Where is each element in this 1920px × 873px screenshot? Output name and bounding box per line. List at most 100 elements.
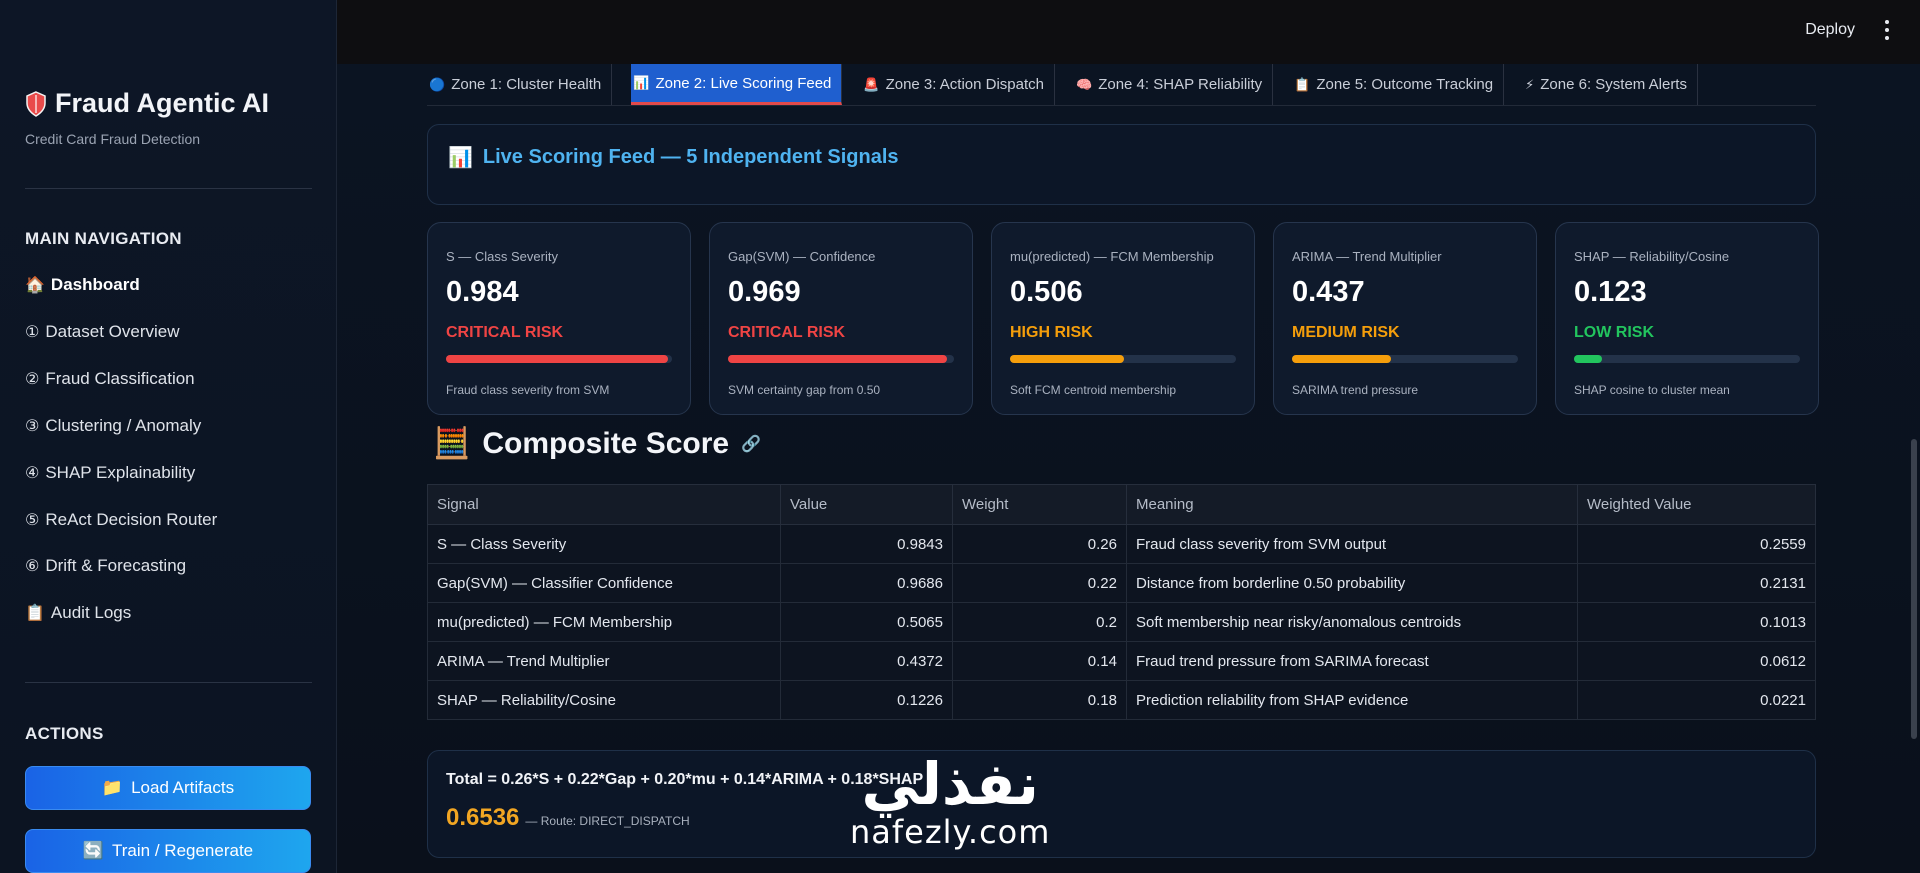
scrollbar[interactable] (1911, 439, 1917, 739)
nav-item-label: Dataset Overview (45, 322, 180, 341)
brand: Fraud Agentic AI (25, 88, 269, 119)
signal-description: Fraud class severity from SVM (446, 383, 610, 397)
sidebar-divider (25, 682, 312, 683)
home-icon: 🏠 (25, 277, 45, 294)
feed-title-text: Live Scoring Feed — 5 Independent Signal… (482, 146, 899, 168)
nav-item-dashboard[interactable]: 🏠 Dashboard (25, 275, 140, 295)
main-content: 🔵 Zone 1: Cluster Health 📊 Zone 2: Live … (337, 64, 1920, 873)
column-header[interactable]: Weight (952, 484, 1127, 525)
column-header[interactable]: Signal (427, 484, 781, 525)
risk-label: CRITICAL RISK (728, 324, 846, 341)
nav-item-clustering-anomaly[interactable]: ③ Clustering / Anomaly (25, 416, 201, 436)
nav-item-label: Fraud Classification (45, 369, 195, 388)
tab-zone-3[interactable]: 🚨 Zone 3: Action Dispatch (861, 64, 1056, 105)
table-cell: 0.2 (952, 602, 1127, 642)
table-cell: Distance from borderline 0.50 probabilit… (1126, 563, 1578, 603)
number-one-icon: ① (25, 324, 40, 341)
deploy-button[interactable]: Deploy (1805, 21, 1855, 39)
clipboard-icon: 📋 (25, 605, 45, 622)
risk-label: HIGH RISK (1010, 324, 1093, 341)
table-cell: 0.4372 (780, 641, 953, 681)
number-five-icon: ⑤ (25, 512, 40, 529)
tab-zone-6[interactable]: ⚡ Zone 6: System Alerts (1523, 64, 1698, 105)
signal-value: 0.984 (446, 276, 519, 308)
composite-score-heading: 🧮 Composite Score 🔗 (433, 426, 761, 461)
table-row: mu(predicted) — FCM Membership 0.5065 0.… (427, 602, 1816, 642)
number-six-icon: ⑥ (25, 558, 40, 575)
signal-cards: S — Class Severity 0.984 CRITICAL RISK F… (427, 222, 1819, 415)
table-cell: Prediction reliability from SHAP evidenc… (1126, 680, 1578, 720)
table-row: SHAP — Reliability/Cosine 0.1226 0.18 Pr… (427, 680, 1816, 720)
watermark-arabic: نفذلي (861, 750, 1039, 818)
nav-heading: MAIN NAVIGATION (25, 229, 182, 248)
table-cell: 0.1013 (1577, 602, 1816, 642)
table-cell: 0.26 (952, 524, 1127, 564)
nav-item-shap-explainability[interactable]: ④ SHAP Explainability (25, 463, 195, 483)
live-scoring-header: 📊 Live Scoring Feed — 5 Independent Sign… (427, 124, 1816, 205)
table-cell: mu(predicted) — FCM Membership (427, 602, 781, 642)
total-score-value: 0.6536 (446, 804, 520, 831)
table-cell: Fraud trend pressure from SARIMA forecas… (1126, 641, 1578, 681)
column-header[interactable]: Value (780, 484, 953, 525)
column-header[interactable]: Meaning (1126, 484, 1578, 525)
tab-label: Zone 1: Cluster Health (451, 76, 602, 93)
abacus-icon: 🧮 (433, 427, 471, 460)
blue-circle-icon: 🔵 (429, 76, 446, 92)
table-cell: Fraud class severity from SVM output (1126, 524, 1578, 564)
watermark: نفذلي nafezly.com (850, 755, 1050, 851)
composite-title: Composite Score (482, 426, 730, 460)
nav-item-dataset-overview[interactable]: ① Dataset Overview (25, 322, 180, 342)
risk-label: CRITICAL RISK (446, 324, 564, 341)
tab-label: Zone 3: Action Dispatch (885, 76, 1045, 93)
signal-value: 0.437 (1292, 276, 1365, 308)
brain-icon: 🧠 (1076, 76, 1093, 92)
number-three-icon: ③ (25, 418, 40, 435)
signal-card: SHAP — Reliability/Cosine 0.123 LOW RISK… (1555, 222, 1819, 415)
tab-zone-1[interactable]: 🔵 Zone 1: Cluster Health (427, 64, 613, 105)
nav-item-drift-forecasting[interactable]: ⑥ Drift & Forecasting (25, 556, 186, 576)
bar-chart-icon: 📊 (633, 75, 650, 90)
link-icon[interactable]: 🔗 (741, 434, 761, 454)
folder-icon: 📁 (101, 778, 124, 797)
signal-description: SHAP cosine to cluster mean (1574, 383, 1730, 397)
tab-zone-4[interactable]: 🧠 Zone 4: SHAP Reliability (1074, 64, 1274, 105)
risk-label: LOW RISK (1574, 324, 1654, 341)
train-regenerate-button[interactable]: 🔄 Train / Regenerate (25, 829, 311, 873)
route-label: — Route: DIRECT_DISPATCH (525, 814, 690, 828)
button-label: Load Artifacts (131, 778, 235, 797)
nav-item-audit-logs[interactable]: 📋 Audit Logs (25, 603, 131, 623)
table-row: Gap(SVM) — Classifier Confidence 0.9686 … (427, 563, 1816, 603)
bar-chart-icon: 📊 (448, 147, 473, 169)
risk-bar (1574, 355, 1800, 363)
table-cell: 0.0221 (1577, 680, 1816, 720)
nav-item-label: SHAP Explainability (45, 463, 196, 482)
tab-zone-5[interactable]: 📋 Zone 5: Outcome Tracking (1292, 64, 1505, 105)
nav-item-label: Drift & Forecasting (45, 556, 187, 575)
button-label: Train / Regenerate (112, 841, 254, 860)
more-options-icon[interactable] (1884, 20, 1890, 40)
nav-item-react-decision-router[interactable]: ⑤ ReAct Decision Router (25, 510, 217, 530)
signal-label: Gap(SVM) — Confidence (728, 249, 876, 264)
table-cell: SHAP — Reliability/Cosine (427, 680, 781, 720)
table-cell: 0.1226 (780, 680, 953, 720)
signal-value: 0.506 (1010, 276, 1083, 308)
load-artifacts-button[interactable]: 📁 Load Artifacts (25, 766, 311, 810)
risk-bar-fill (446, 355, 669, 363)
risk-bar (1292, 355, 1518, 363)
signal-value: 0.123 (1574, 276, 1647, 308)
refresh-icon: 🔄 (82, 841, 105, 860)
signal-description: SVM certainty gap from 0.50 (728, 383, 881, 397)
top-bar: Deploy (337, 0, 1920, 64)
total-score-panel: Total = 0.26*S + 0.22*Gap + 0.20*mu + 0.… (427, 750, 1816, 858)
column-header[interactable]: Weighted Value (1577, 484, 1816, 525)
tab-zone-2[interactable]: 📊 Zone 2: Live Scoring Feed (631, 64, 843, 105)
signal-card: ARIMA — Trend Multiplier 0.437 MEDIUM RI… (1273, 222, 1537, 415)
table-cell: Soft membership near risky/anomalous cen… (1126, 602, 1578, 642)
clipboard-icon: 📋 (1294, 76, 1311, 92)
app-subtitle: Credit Card Fraud Detection (25, 131, 201, 147)
nav-item-fraud-classification[interactable]: ② Fraud Classification (25, 369, 195, 389)
signal-card: mu(predicted) — FCM Membership 0.506 HIG… (991, 222, 1255, 415)
risk-bar-fill (1010, 355, 1125, 363)
signal-card: S — Class Severity 0.984 CRITICAL RISK F… (427, 222, 691, 415)
table-cell: Gap(SVM) — Classifier Confidence (427, 563, 781, 603)
